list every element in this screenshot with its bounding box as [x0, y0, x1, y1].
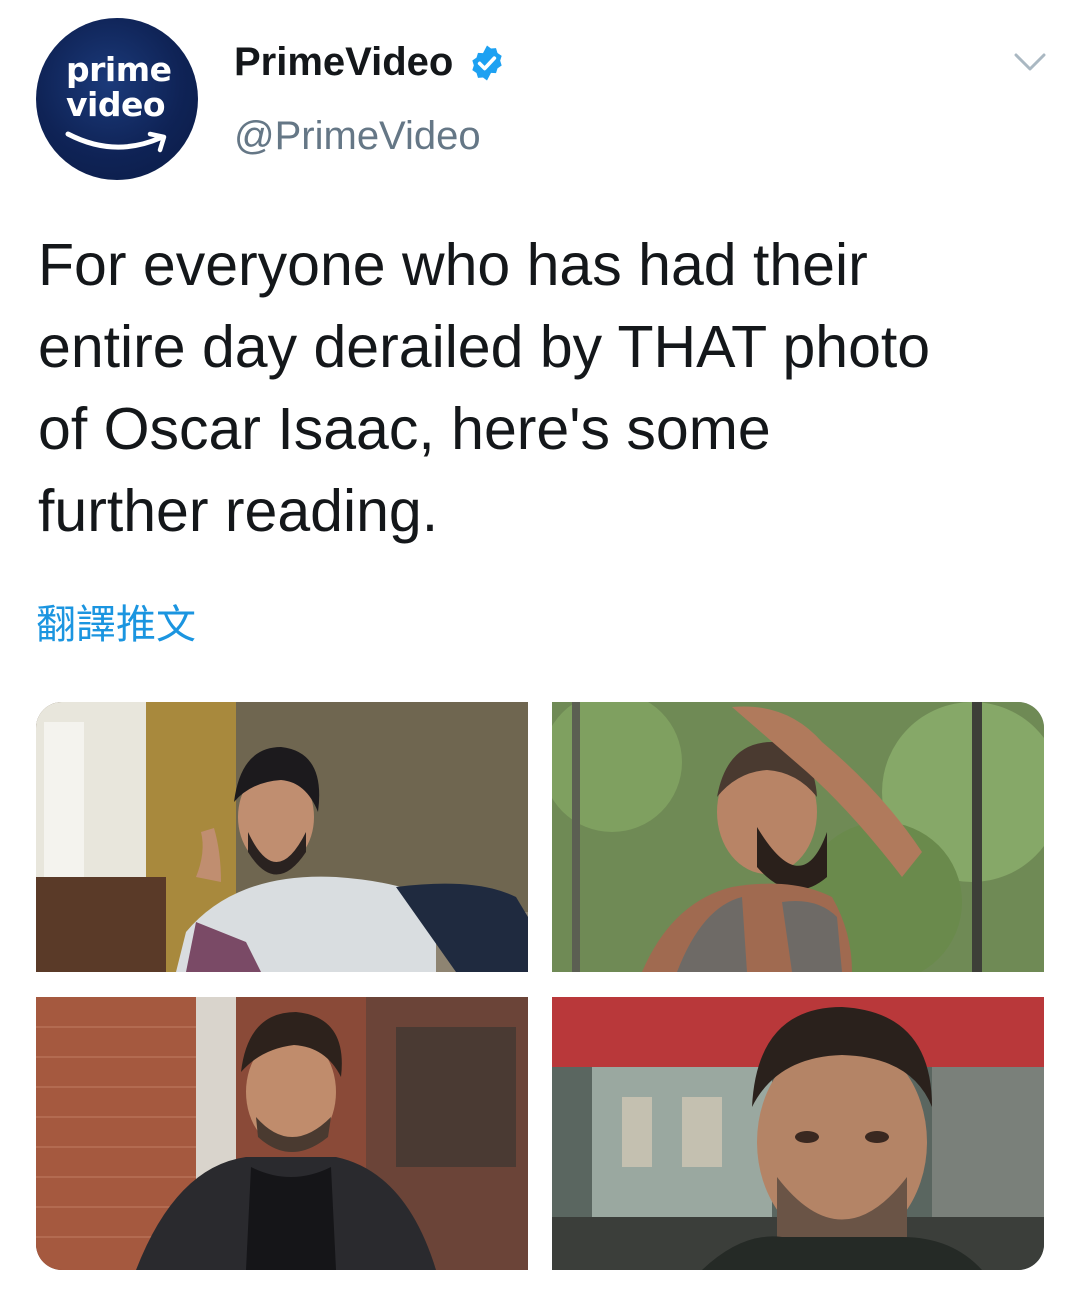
media-photo-2[interactable] [552, 702, 1044, 972]
account-avatar[interactable]: prime video [36, 18, 198, 180]
prime-video-logo-text: prime video [66, 50, 172, 124]
tweet-text-line: For everyone who has had their [38, 232, 868, 298]
media-photo-3[interactable] [36, 997, 528, 1270]
media-photo-4[interactable] [552, 997, 1044, 1270]
tweet-text-line: further reading. [38, 478, 439, 544]
media-grid [36, 702, 1044, 1270]
logo-line-1: prime [66, 50, 172, 89]
tweet-text-line: of Oscar Isaac, here's some [38, 396, 771, 462]
logo-line-2: video [66, 85, 166, 124]
account-name-row: PrimeVideo [234, 40, 507, 85]
tweet-text-line: entire day derailed by THAT photo [38, 314, 931, 380]
verified-badge-icon [472, 45, 503, 80]
tweet-text: For everyone who has had their entire da… [38, 224, 1048, 552]
account-handle[interactable]: @PrimeVideo [234, 114, 481, 159]
display-name[interactable]: PrimeVideo [234, 40, 453, 85]
media-photo-1[interactable] [36, 702, 528, 972]
amazon-smile-icon [65, 131, 167, 153]
translate-tweet-link[interactable]: 翻譯推文 [36, 592, 196, 650]
chevron-down-icon[interactable] [1012, 50, 1048, 74]
